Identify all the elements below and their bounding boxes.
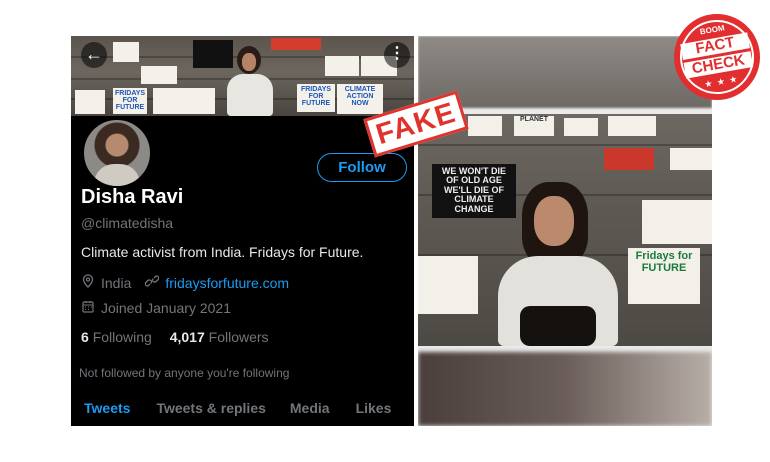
follow-counts: 6 Following 4,017 Followers [81, 329, 269, 345]
banner-sign [113, 42, 139, 62]
profile-joined-row: Joined January 2021 [81, 300, 231, 316]
profile-name: Disha Ravi [81, 186, 184, 208]
followers-count: 4,017 [169, 329, 205, 345]
photo-bottom-blurred [418, 352, 712, 426]
photo-top-blurred [418, 36, 712, 108]
tab-media[interactable]: Media [290, 394, 330, 426]
banner-sign [153, 88, 215, 114]
fact-check-badge: BOOM FACT CHECK ★ ★ ★ [667, 7, 767, 107]
banner-person [221, 44, 279, 116]
calendar-icon [81, 300, 95, 316]
followers-label: Followers [208, 329, 269, 345]
following-link[interactable]: 6 Following [81, 329, 152, 345]
avatar[interactable] [81, 117, 153, 189]
banner-sign [325, 56, 359, 76]
sign-fridays-for-future: Fridays for FUTURE [628, 248, 700, 304]
more-options-icon[interactable]: ⋮ [384, 42, 410, 68]
banner-sign-fridays-2: FRIDAYS FOR FUTURE [297, 84, 335, 112]
following-label: Following [92, 329, 152, 345]
original-photo-panel: PLANET WE WON'T DIE OF OLD AGE WE'LL DIE… [418, 36, 712, 426]
tab-tweets[interactable]: Tweets [84, 394, 130, 426]
not-followed-notice: Not followed by anyone you're following [79, 366, 290, 380]
profile-handle: @climatedisha [81, 215, 174, 231]
profile-banner: FRIDAYS FOR FUTURE FRIDAYS FOR FUTURE CL… [71, 36, 414, 116]
follow-button[interactable]: Follow [317, 153, 407, 182]
banner-sign [75, 90, 105, 114]
link-icon [145, 275, 160, 290]
followers-link[interactable]: 4,017 Followers [170, 329, 269, 345]
location-pin-icon [81, 274, 95, 291]
profile-website-link[interactable]: fridaysforfuture.com [165, 275, 289, 291]
following-count: 6 [81, 329, 89, 345]
profile-meta-row: India fridaysforfuture.com [81, 274, 289, 291]
tab-likes[interactable]: Likes [356, 394, 392, 426]
twitter-profile-panel: FRIDAYS FOR FUTURE FRIDAYS FOR FUTURE CL… [71, 36, 414, 426]
banner-sign-fridays: FRIDAYS FOR FUTURE [113, 88, 147, 114]
back-arrow-icon[interactable]: ← [81, 42, 107, 68]
profile-bio: Climate activist from India. Fridays for… [81, 244, 364, 260]
profile-tabs: Tweets Tweets & replies Media Likes [71, 394, 414, 426]
photo-main: PLANET WE WON'T DIE OF OLD AGE WE'LL DIE… [418, 114, 712, 346]
banner-sign-climate-action: CLIMATE ACTION NOW [337, 84, 383, 114]
photo-person [498, 182, 618, 346]
tab-tweets-replies[interactable]: Tweets & replies [156, 394, 265, 426]
sign-planet: PLANET [514, 116, 554, 136]
profile-location: India [101, 274, 132, 291]
profile-joined-date: Joined January 2021 [101, 300, 231, 316]
banner-sign [141, 66, 177, 84]
